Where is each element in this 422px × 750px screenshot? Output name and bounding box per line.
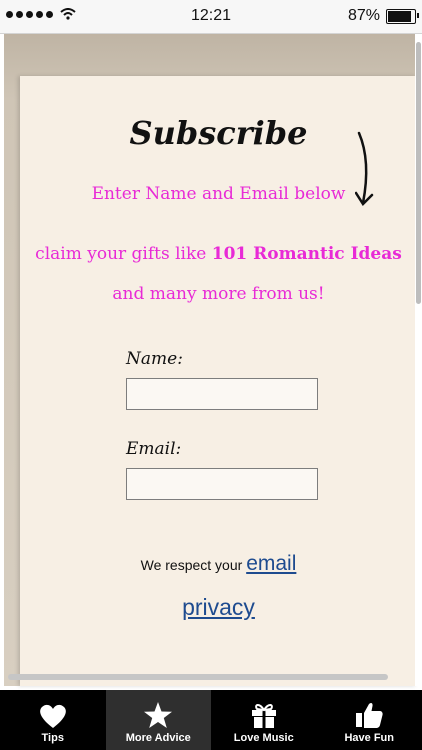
gift-text-b: and many more from us! (112, 284, 325, 304)
email-label: Email: (126, 439, 182, 459)
tab-tips[interactable]: Tips (0, 690, 106, 750)
privacy-link[interactable]: privacy (182, 594, 255, 620)
tab-label: More Advice (125, 732, 191, 744)
privacy-line: privacy (20, 594, 417, 621)
web-content[interactable]: Subscribe Enter Name and Email below cla… (0, 34, 422, 689)
instruction-line: Enter Name and Email below (91, 184, 346, 204)
name-field[interactable] (126, 378, 318, 410)
name-label: Name: (126, 349, 183, 369)
horizontal-scrollbar[interactable] (8, 674, 388, 680)
email-input[interactable] (127, 469, 317, 499)
thumbs-up-icon (356, 702, 383, 728)
tab-love-music[interactable]: Love Music (211, 690, 317, 750)
subscribe-card: Subscribe Enter Name and Email below cla… (20, 76, 417, 686)
privacy-note: We respect your email (20, 552, 417, 576)
star-icon (144, 702, 173, 728)
battery-fill (388, 10, 411, 22)
battery-icon (386, 8, 419, 24)
email-field[interactable] (126, 468, 318, 500)
vertical-scrollbar[interactable] (415, 34, 422, 686)
gift-icon (251, 704, 276, 728)
privacy-note-text: We respect your (140, 557, 247, 573)
tab-label: Have Fun (344, 732, 394, 744)
email-link[interactable]: email (246, 552, 296, 575)
tab-have-fun[interactable]: Have Fun (317, 690, 422, 750)
name-input[interactable] (127, 379, 317, 409)
heart-icon (39, 704, 66, 728)
status-bar: 12:21 87% (0, 0, 422, 34)
tab-label: Tips (41, 732, 64, 744)
gift-text-a: claim your gifts like (35, 244, 212, 264)
gift-highlight: 101 Romantic Ideas (211, 244, 402, 264)
vertical-scroll-thumb[interactable] (416, 42, 421, 304)
tab-more-advice[interactable]: More Advice (105, 690, 211, 750)
tab-label: Love Music (233, 732, 294, 744)
gift-message: claim your gifts like 101 Romantic Ideas… (30, 234, 407, 314)
tab-bar: Tips More Advice Love Music Have Fun (0, 690, 422, 750)
battery-percent: 87% (347, 7, 380, 24)
